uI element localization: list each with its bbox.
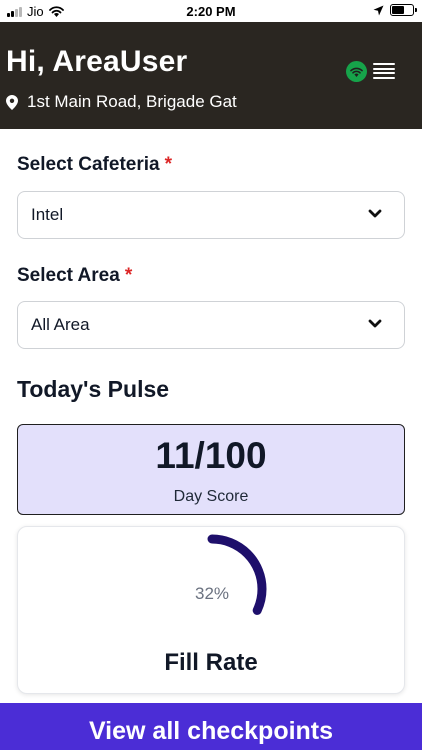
greeting-title: Hi, AreaUser xyxy=(6,45,188,78)
fill-rate-label: Fill Rate xyxy=(164,649,258,676)
map-pin-icon xyxy=(6,94,18,110)
status-time: 2:20 PM xyxy=(186,4,236,19)
area-label: Select Area * xyxy=(17,265,132,287)
cafeteria-label: Select Cafeteria * xyxy=(17,154,172,176)
day-score-value: 11/100 xyxy=(155,435,267,476)
pulse-section-title: Today's Pulse xyxy=(17,376,170,402)
wifi-status-icon[interactable] xyxy=(346,61,367,82)
cafeteria-select-value: Intel xyxy=(31,205,64,224)
required-mark: * xyxy=(164,154,172,175)
chevron-down-icon xyxy=(368,209,382,218)
status-bar: Jio 2:20 PM xyxy=(0,0,422,22)
fill-rate-gauge: 32% xyxy=(155,532,269,646)
address-text: 1st Main Road, Brigade Gat xyxy=(27,92,237,111)
area-select[interactable]: All Area xyxy=(17,301,405,349)
day-score-label: Day Score xyxy=(173,488,249,505)
fill-rate-card: 32% Fill Rate xyxy=(17,526,405,694)
cafeteria-select[interactable]: Intel xyxy=(17,191,405,239)
view-all-checkpoints-button[interactable]: View all checkpoints xyxy=(0,703,422,750)
day-score-card: 11/100 Day Score xyxy=(17,424,405,515)
required-mark: * xyxy=(124,265,133,286)
location-arrow-icon xyxy=(373,5,384,15)
cafeteria-label-text: Select Cafeteria xyxy=(17,154,160,175)
area-label-text: Select Area xyxy=(17,265,120,286)
chevron-down-icon xyxy=(368,319,382,328)
wifi-glyph-icon xyxy=(350,67,363,77)
fill-rate-percent: 32% xyxy=(194,584,230,603)
status-right xyxy=(373,4,417,16)
address-row[interactable]: 1st Main Road, Brigade Gat xyxy=(6,92,237,112)
area-select-value: All Area xyxy=(31,315,90,334)
battery-icon xyxy=(390,4,417,16)
app-header: Hi, AreaUser 1st Main Road, Brigade Gat xyxy=(0,22,422,129)
hamburger-menu-icon[interactable] xyxy=(373,61,395,81)
